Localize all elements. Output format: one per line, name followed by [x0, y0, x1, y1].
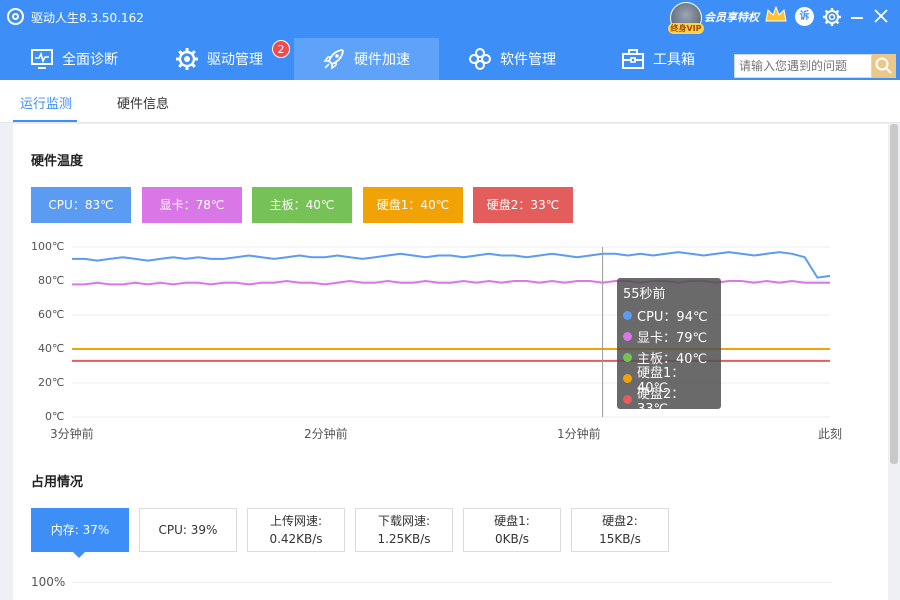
active-card-pointer	[73, 552, 85, 558]
tooltip-dot	[623, 311, 632, 320]
tooltip-value: CPU：94℃	[637, 310, 708, 325]
usage-card-cpu[interactable]: CPU: 39%	[139, 508, 237, 552]
tooltip-value: 显卡：79℃	[637, 331, 708, 346]
usage-grid-line	[72, 582, 832, 583]
tooltip-row-disk2: 硬盘2：33℃	[623, 387, 715, 417]
usage-y-tick-label: 100%	[31, 575, 66, 589]
usage-card-upload[interactable]: 上传网速: 0.42KB/s	[247, 508, 345, 552]
usage-card-label: 下载网速:	[377, 514, 431, 528]
usage-card-value: 0KB/s	[494, 532, 530, 546]
usage-card-memory[interactable]: 内存: 37%	[31, 508, 129, 552]
usage-card-label: 硬盘1:	[494, 514, 530, 528]
usage-card-value: 15KB/s	[599, 532, 641, 546]
usage-card-label: 硬盘2:	[602, 514, 638, 528]
tooltip-dot	[623, 332, 632, 341]
usage-card-disk1[interactable]: 硬盘1: 0KB/s	[463, 508, 561, 552]
tooltip-row-gpu: 显卡：79℃	[623, 326, 715, 347]
usage-card-download[interactable]: 下载网速: 1.25KB/s	[355, 508, 453, 552]
usage-card-value: 1.25KB/s	[377, 532, 431, 546]
usage-card-label: 上传网速:	[269, 514, 323, 528]
usage-card-value: 0.42KB/s	[269, 532, 323, 546]
tooltip-row-cpu: CPU：94℃	[623, 305, 715, 326]
tooltip-dot	[623, 395, 632, 404]
tooltip-dot	[623, 374, 632, 383]
series-line-CPU	[72, 251, 831, 279]
tooltip-dot	[623, 353, 632, 362]
usage-card-label: CPU: 39%	[158, 523, 218, 537]
usage-card-disk2[interactable]: 硬盘2: 15KB/s	[571, 508, 669, 552]
usage-section-title: 占用情况	[31, 475, 84, 490]
usage-card-label: 内存: 37%	[50, 523, 110, 537]
tooltip-time: 55秒前	[623, 287, 666, 302]
chart-tooltip: 55秒前 CPU：94℃ 显卡：79℃ 主板：40℃ 硬盘1：40℃ 硬盘2：3…	[617, 278, 721, 417]
tooltip-value: 硬盘2：33℃	[636, 386, 685, 417]
